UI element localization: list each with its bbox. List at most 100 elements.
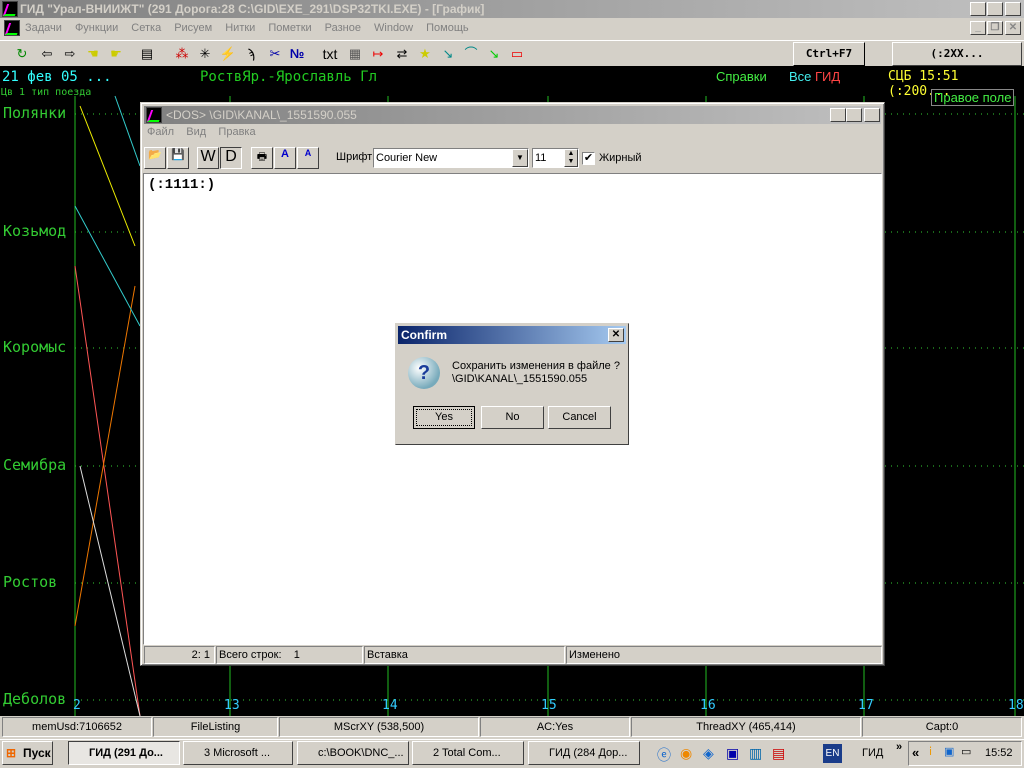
twoxx-button[interactable]: (:2XX...	[892, 42, 1022, 66]
rectangle-icon[interactable]: ▭	[507, 44, 527, 64]
font-small-icon[interactable]: A	[297, 147, 319, 169]
tray-computer-icon[interactable]: ▣	[944, 745, 954, 758]
app-icon	[2, 1, 18, 17]
wand-icon[interactable]: ⁂	[172, 44, 192, 64]
task-microsoft[interactable]: 3 Microsoft ...	[183, 741, 293, 765]
restore-button[interactable]: ❐	[987, 2, 1003, 16]
line-icon[interactable]: ↘	[484, 44, 504, 64]
menu-tasks[interactable]: Задачи	[25, 22, 62, 34]
document-icon[interactable]: ▤	[137, 44, 157, 64]
status-filelisting: FileListing	[153, 717, 278, 737]
hour-label: 18	[1008, 698, 1024, 713]
media-player-icon[interactable]: ◉	[680, 745, 692, 762]
sparkle-icon[interactable]: ✳	[195, 44, 215, 64]
vse-link[interactable]: Все	[789, 69, 811, 84]
menu-misc[interactable]: Разное	[325, 22, 361, 34]
gid-link[interactable]: ГИД	[815, 69, 840, 84]
save-quick-icon[interactable]: ▣	[726, 745, 739, 762]
refresh-icon[interactable]: ↻	[12, 44, 32, 64]
station-label: Деболов	[3, 690, 67, 708]
toolbar-gid-label[interactable]: ГИД	[862, 747, 883, 759]
menu-bar: Задачи Функции Сетка Рисуем Нитки Пометки Разн…	[0, 18, 1024, 38]
hour-label: 17	[858, 698, 874, 713]
line-count: Всего строк: 1	[216, 646, 363, 664]
font-size-stepper[interactable]: 11 ▲ ▼	[532, 148, 579, 168]
save-icon[interactable]: 💾	[167, 147, 189, 169]
arrow-right-icon[interactable]: ↦	[368, 44, 388, 64]
clock: 15:52	[985, 747, 1013, 759]
outlook-icon[interactable]: ◈	[703, 745, 714, 762]
minimize-button[interactable]: _	[970, 2, 986, 16]
font-label: Шрифт:	[336, 151, 376, 163]
ctrl-f7-button[interactable]: Ctrl+F7	[793, 42, 865, 66]
task-gid-284[interactable]: ГИД (284 Дор...	[528, 741, 640, 765]
doc-minimize-button[interactable]: _	[970, 21, 986, 35]
dialog-title: Confirm	[401, 328, 447, 342]
question-icon: ?	[408, 357, 440, 389]
doc-restore-button[interactable]: ❐	[987, 21, 1003, 35]
menu-functions[interactable]: Функции	[75, 22, 118, 34]
hand-left-icon[interactable]: ☚	[83, 44, 103, 64]
menu-help[interactable]: Помощь	[426, 22, 469, 34]
scissors-icon[interactable]: ✂	[265, 44, 285, 64]
no-button[interactable]: No	[481, 406, 544, 429]
font-large-icon[interactable]: A	[274, 147, 296, 169]
lightning-icon[interactable]: ⚡	[218, 44, 238, 64]
yes-button[interactable]: Yes	[413, 406, 475, 429]
font-select[interactable]: Courier New ▼	[373, 148, 529, 168]
task-gid-291[interactable]: ГИД (291 До...	[68, 741, 180, 765]
layout-icon[interactable]: ▦	[345, 44, 365, 64]
close-button[interactable]: ✕	[1005, 2, 1021, 16]
language-indicator[interactable]: EN	[823, 744, 842, 763]
commander-icon[interactable]: ▥	[749, 745, 762, 762]
line-down-icon[interactable]: ↘	[438, 44, 458, 64]
menu-grid[interactable]: Сетка	[131, 22, 161, 34]
editor-menu-file[interactable]: Файл	[147, 126, 174, 138]
menu-window[interactable]: Window	[374, 22, 413, 34]
doc-icon	[4, 20, 20, 36]
page-back-icon[interactable]: ⇦	[37, 44, 57, 64]
insert-mode: Вставка	[364, 646, 565, 664]
editor-menu-view[interactable]: Вид	[186, 126, 206, 138]
editor-close-button[interactable]: ✕	[864, 108, 880, 122]
tray-expand-icon[interactable]: «	[912, 745, 919, 760]
right-field-button[interactable]: Правое поле	[931, 89, 1015, 106]
chevron-down-icon[interactable]: ▼	[512, 149, 528, 167]
windows-logo-icon: ⊞	[6, 746, 17, 760]
doc-close-button[interactable]: ✕	[1005, 21, 1021, 35]
w-button[interactable]: W	[197, 147, 219, 169]
spin-icon[interactable]: ▲ ▼	[564, 149, 578, 167]
task-cmd[interactable]: c:\BOOK\DNC_...	[297, 741, 409, 765]
tray-network-icon[interactable]: ▭	[961, 745, 971, 758]
start-button[interactable]: ⊞ Пуск	[2, 741, 53, 765]
editor-content: (:1111:)	[148, 177, 216, 193]
tray-alert-icon[interactable]: ⅰ	[929, 745, 932, 758]
editor-maximize-button[interactable]: □	[846, 108, 862, 122]
toolbar: ↻ ⇦ ⇨ ☚ ☛ ▤ ⁂ ✳ ⚡ ϡ ✂ № txt ▦ ↦ ⇄ ★ ↘ ⌒ …	[0, 40, 1024, 66]
open-icon[interactable]: 📂	[144, 147, 166, 169]
ie-icon[interactable]: ⓔ	[657, 745, 671, 765]
page-forward-icon[interactable]: ⇨	[60, 44, 80, 64]
split-icon[interactable]: ⇄	[392, 44, 412, 64]
txt-button[interactable]: txt	[320, 44, 340, 64]
number-icon[interactable]: №	[287, 44, 307, 64]
menu-draw[interactable]: Рисуем	[174, 22, 212, 34]
cancel-button[interactable]: Cancel	[548, 406, 611, 429]
spravki-link[interactable]: Справки	[716, 69, 767, 84]
bold-checkbox[interactable]: ✔	[582, 152, 595, 165]
d-button[interactable]: D	[220, 147, 242, 169]
menu-marks[interactable]: Пометки	[268, 22, 311, 34]
menu-threads[interactable]: Нитки	[225, 22, 255, 34]
star-icon[interactable]: ★	[415, 44, 435, 64]
editor-menu-edit[interactable]: Правка	[218, 126, 255, 138]
task-total-commander[interactable]: 2 Total Com...	[412, 741, 524, 765]
arc-icon[interactable]: ⌒	[461, 44, 481, 64]
font-value: Courier New	[376, 152, 438, 164]
dialog-close-button[interactable]: ✕	[608, 328, 624, 342]
print-icon[interactable]: 🖶	[251, 147, 273, 169]
tool-icon[interactable]: ▤	[772, 745, 785, 762]
hand-right-icon[interactable]: ☛	[106, 44, 126, 64]
editor-minimize-button[interactable]: _	[830, 108, 846, 122]
figure-icon[interactable]: ϡ	[241, 44, 261, 64]
toolbar-expand-icon[interactable]: »	[896, 741, 902, 753]
